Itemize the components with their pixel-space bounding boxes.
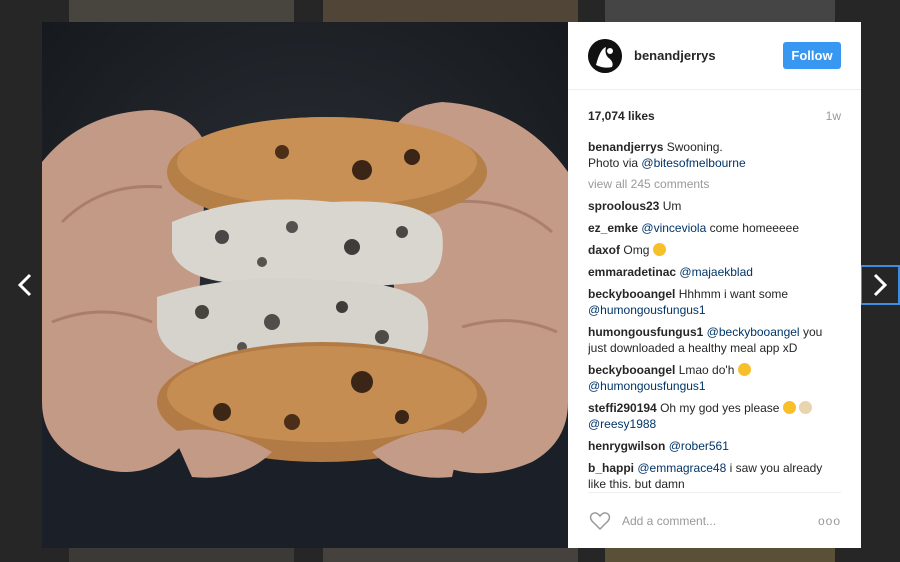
comment-mention[interactable]: @humongousfungus1: [588, 379, 706, 393]
comment-mention[interactable]: @emmagrace48: [637, 461, 726, 475]
comment-item: daxof Omg: [588, 242, 841, 258]
comments-list: sproolous23 Um ez_emke @vinceviola come …: [588, 192, 841, 492]
comment-username[interactable]: henrygwilson: [588, 439, 665, 453]
comment-item: henrygwilson @rober561: [588, 438, 841, 454]
caption-mention[interactable]: @bitesofmelbourne: [641, 156, 745, 170]
comment-item: emmaradetinac @majaekblad: [588, 264, 841, 280]
comment-item: beckybooangel Hhhmm i want some @humongo…: [588, 286, 841, 318]
caption-text: Swooning.: [666, 140, 723, 154]
view-all-comments-link[interactable]: view all 245 comments: [588, 176, 841, 192]
comment-username[interactable]: beckybooangel: [588, 287, 675, 301]
ben-and-jerrys-logo-icon: [588, 38, 622, 73]
caption-username[interactable]: benandjerrys: [588, 140, 663, 154]
comment-mention[interactable]: @humongousfungus1: [588, 303, 706, 317]
post-username[interactable]: benandjerrys: [634, 48, 716, 63]
comment-username[interactable]: beckybooangel: [588, 363, 675, 377]
post-modal: benandjerrys Follow 17,074 likes 1w bena…: [42, 22, 861, 548]
likes-count[interactable]: 17,074 likes: [588, 109, 655, 123]
heart-eyes-emoji-icon: [652, 243, 666, 256]
comment-mention[interactable]: @reesy1988: [588, 417, 656, 431]
caption-line2: Photo via: [588, 156, 639, 170]
comment-item: b_happi @emmagrace48 i saw you already l…: [588, 460, 841, 492]
comment-text: Lmao do'h: [678, 363, 735, 377]
more-options-button[interactable]: ooo: [818, 514, 841, 528]
comment-mention[interactable]: @vinceviola: [641, 221, 706, 235]
comment-item: humongousfungus1 @beckybooangel you just…: [588, 324, 841, 356]
chevron-left-icon: [17, 273, 32, 297]
comment-mention[interactable]: @beckybooangel: [707, 325, 800, 339]
crying-laughing-emoji-icon: [737, 363, 751, 376]
add-comment-input[interactable]: Add a comment...: [622, 514, 716, 528]
avatar[interactable]: [588, 38, 622, 73]
comment-username[interactable]: daxof: [588, 243, 620, 257]
comment-mention[interactable]: @rober561: [669, 439, 729, 453]
comment-username[interactable]: emmaradetinac: [588, 265, 676, 279]
ice-cream-emoji-icon: [799, 401, 813, 414]
comment-item: steffi290194 Oh my god yes please @reesy…: [588, 400, 841, 432]
comment-username[interactable]: sproolous23: [588, 199, 659, 213]
ice-cream-sandwich-image: [42, 22, 568, 548]
heart-eyes-emoji-icon: [782, 401, 796, 414]
comment-username[interactable]: steffi290194: [588, 401, 657, 415]
comment-text: come homeeeee: [709, 221, 799, 235]
comment-username[interactable]: b_happi: [588, 461, 634, 475]
comment-text: Omg: [623, 243, 650, 257]
comment-username[interactable]: ez_emke: [588, 221, 638, 235]
next-post-button[interactable]: [860, 265, 900, 305]
post-caption: benandjerrys Swooning. Photo via @biteso…: [588, 139, 841, 171]
comment-text: Um: [662, 199, 682, 213]
comment-text: Hhhmm i want some: [678, 287, 789, 301]
post-photo[interactable]: [42, 22, 568, 548]
previous-post-button[interactable]: [6, 266, 44, 304]
follow-button[interactable]: Follow: [783, 42, 841, 69]
comment-item: sproolous23 Um: [588, 198, 841, 214]
post-header: benandjerrys Follow: [568, 22, 861, 90]
comment-item: ez_emke @vinceviola come homeeeee: [588, 220, 841, 236]
comment-username[interactable]: humongousfungus1: [588, 325, 703, 339]
chevron-right-icon: [873, 273, 888, 297]
post-age[interactable]: 1w: [826, 109, 841, 123]
comment-item: beckybooangel Lmao do'h @humongousfungus…: [588, 362, 841, 394]
comment-footer: Add a comment... ooo: [588, 492, 841, 548]
comment-text: Oh my god yes please: [660, 401, 780, 415]
post-details-panel: benandjerrys Follow 17,074 likes 1w bena…: [568, 22, 861, 548]
heart-icon[interactable]: [588, 509, 612, 533]
comment-mention[interactable]: @majaekblad: [679, 265, 753, 279]
